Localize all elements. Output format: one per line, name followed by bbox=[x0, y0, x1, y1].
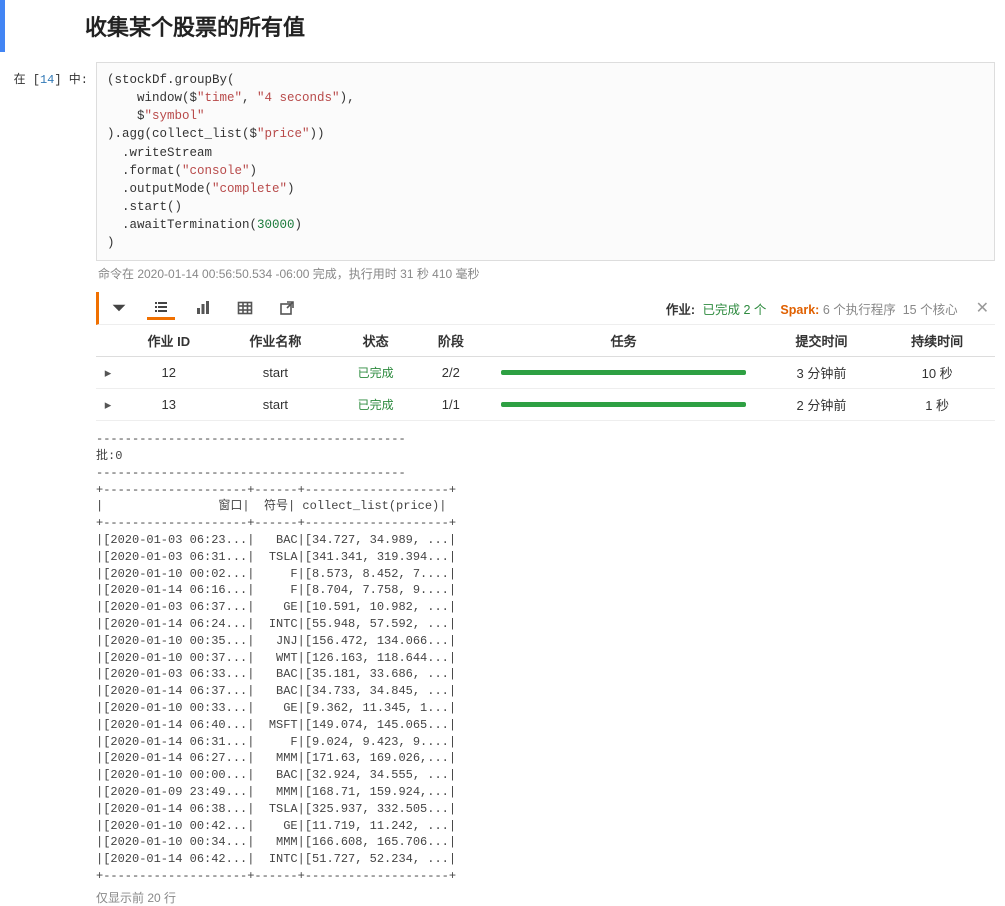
job-toolbar: 作业: 已完成 2 个 Spark: 6 个执行程序 15 个核心 ✕ bbox=[96, 292, 995, 325]
list-icon[interactable] bbox=[147, 296, 175, 320]
table-row: ▸ 12 start 已完成 2/2 3 分钟前 10 秒 bbox=[96, 357, 995, 389]
expand-row-icon[interactable]: ▸ bbox=[96, 357, 120, 389]
code-input[interactable]: (stockDf.groupBy( window($"time", "4 sec… bbox=[96, 62, 995, 261]
truncation-note: 仅显示前 20 行 bbox=[96, 887, 995, 906]
console-output: ----------------------------------------… bbox=[96, 431, 995, 885]
progress-bar bbox=[501, 402, 746, 407]
spark-info: Spark: 6 个执行程序 15 个核心 bbox=[780, 299, 957, 318]
col-job-name: 作业名称 bbox=[218, 325, 334, 357]
heading-text: 收集某个股票的所有值 bbox=[85, 10, 1005, 42]
progress-bar bbox=[501, 370, 746, 375]
col-submitted: 提交时间 bbox=[764, 325, 880, 357]
input-prompt: 在 [14] 中: bbox=[0, 62, 96, 87]
close-icon[interactable]: ✕ bbox=[976, 298, 989, 318]
col-status: 状态 bbox=[333, 325, 418, 357]
table-row: ▸ 13 start 已完成 1/1 2 分钟前 1 秒 bbox=[96, 389, 995, 421]
col-duration: 持续时间 bbox=[879, 325, 995, 357]
bar-chart-icon[interactable] bbox=[189, 296, 217, 320]
jobs-info: 作业: 已完成 2 个 bbox=[666, 299, 767, 318]
jobs-table: 作业 ID 作业名称 状态 阶段 任务 提交时间 持续时间 ▸ 12 start… bbox=[96, 325, 995, 421]
col-job-id: 作业 ID bbox=[120, 325, 218, 357]
table-icon[interactable] bbox=[231, 296, 259, 320]
code-cell: 在 [14] 中: (stockDf.groupBy( window($"tim… bbox=[0, 62, 1005, 906]
col-tasks: 任务 bbox=[484, 325, 764, 357]
expand-row-icon[interactable]: ▸ bbox=[96, 389, 120, 421]
popout-icon[interactable] bbox=[273, 296, 301, 320]
caret-down-icon[interactable] bbox=[105, 296, 133, 320]
status-line: 命令在 2020-01-14 00:56:50.534 -06:00 完成，执行… bbox=[96, 261, 995, 292]
heading-cell: 收集某个股票的所有值 bbox=[0, 0, 1005, 52]
col-stages: 阶段 bbox=[418, 325, 484, 357]
